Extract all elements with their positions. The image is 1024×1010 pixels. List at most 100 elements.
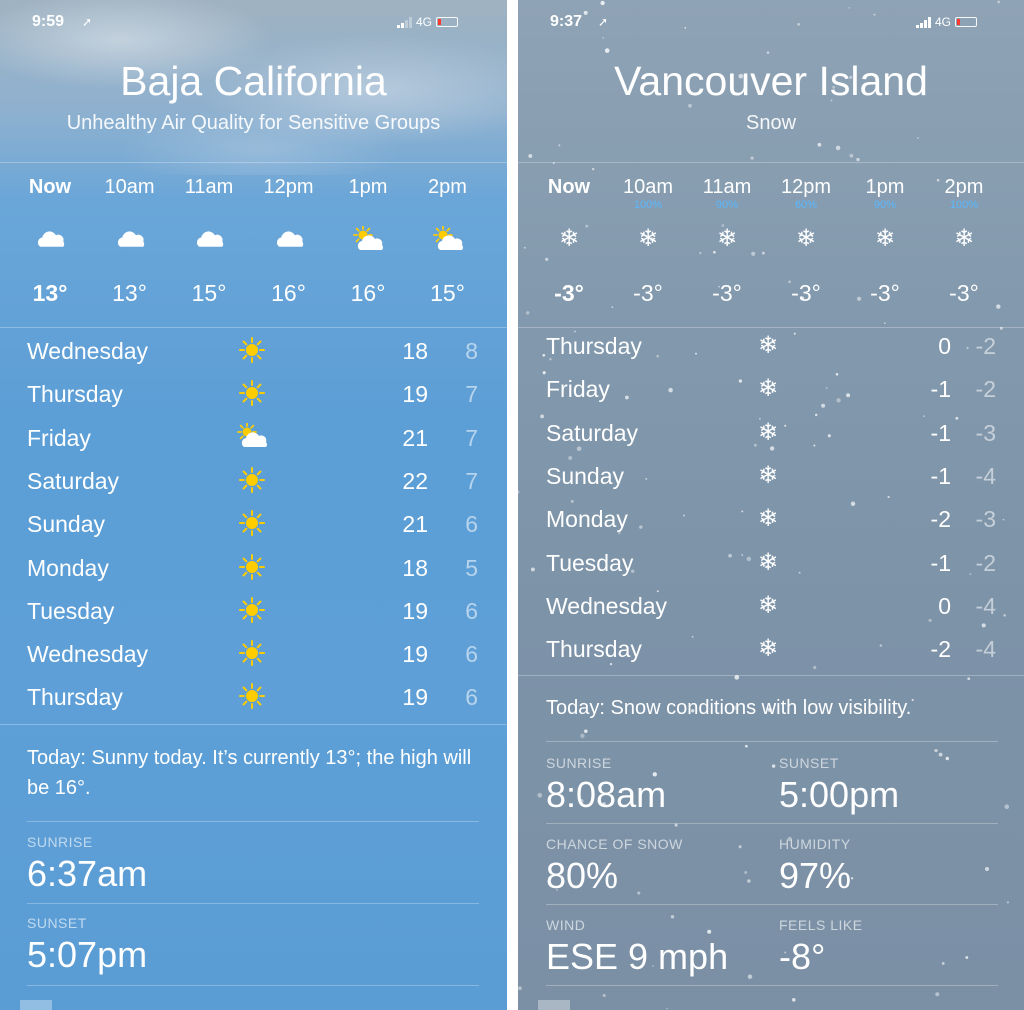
low-temp: -2 (975, 333, 996, 359)
hour-label: 12pm (780, 176, 832, 198)
snowflake-icon: ❄ (758, 590, 779, 619)
hour-temp: -3° (949, 280, 979, 306)
hour-temp: 13° (112, 280, 147, 306)
daily-row: Sunday ❄ -1 -4 (518, 459, 1024, 499)
high-temp: 18 (402, 554, 428, 581)
daily-row: Tuesday 19 6 (0, 594, 507, 634)
snowflake-icon: ❄ (716, 224, 738, 252)
day-name: Wednesday (27, 338, 149, 364)
hour-label: Now (28, 176, 72, 198)
hour-temp: -3° (870, 280, 900, 306)
sun-icon (236, 596, 268, 628)
city-name: Vancouver Island (614, 58, 928, 104)
high-temp: 0 (938, 592, 951, 619)
sunset-label: SUNSET (27, 915, 87, 931)
sun-icon (236, 466, 268, 498)
divider (546, 904, 998, 905)
status-time: 9:59 (32, 13, 65, 30)
sun-icon (236, 640, 268, 671)
humidity-label: HUMIDITY (779, 836, 851, 852)
snowflake-icon: ❄ (795, 224, 817, 252)
divider (518, 327, 1024, 328)
high-temp: -1 (930, 419, 951, 446)
precip-chance: 100% (949, 199, 979, 211)
hourly-item: 10am 13° (95, 176, 165, 306)
divider (0, 162, 507, 163)
hour-temp: -3° (712, 280, 742, 306)
snowflake-icon: ❄ (637, 224, 659, 252)
snowflake-icon: ❄ (758, 374, 779, 403)
hourly-item: 1pm 16° (333, 176, 403, 306)
hourly-item: 11am 90% ❄ -3° (692, 176, 762, 306)
hourly-item: 12pm 16° (254, 176, 324, 306)
daily-row: Thursday ❄ -2 -4 (518, 632, 1024, 672)
high-temp: -1 (930, 462, 951, 489)
sun-icon (236, 683, 268, 714)
snowflake-icon: ❄ (758, 460, 779, 489)
hour-temp: -3° (633, 280, 663, 306)
low-temp: -2 (975, 549, 996, 576)
high-temp: -1 (930, 376, 951, 403)
divider (546, 823, 998, 824)
low-temp: 6 (465, 511, 478, 538)
snowflake-icon: ❄ (874, 224, 896, 252)
day-name: Monday (27, 554, 109, 581)
low-temp: 5 (465, 554, 478, 581)
map-icon[interactable] (20, 1000, 52, 1010)
snowflake-icon: ❄ (558, 224, 580, 252)
hourly-item: 2pm 100% ❄ -3° (929, 176, 999, 306)
precip-chance: 60% (794, 199, 818, 211)
high-temp: -2 (930, 636, 951, 663)
daily-row: Wednesday ❄ 0 -4 (518, 589, 1024, 629)
day-name: Saturday (546, 419, 639, 446)
divider (0, 724, 507, 725)
hour-label: 1pm (348, 176, 388, 198)
partly-cloudy-icon (352, 225, 384, 259)
status-time: 9:37 (550, 13, 583, 30)
hourly-item: 2pm 15° (413, 176, 483, 306)
low-temp: -3 (975, 419, 996, 446)
day-name: Thursday (546, 636, 642, 663)
chance-of-snow-value: 80% (546, 855, 619, 896)
battery-icon (955, 17, 978, 27)
low-temp: 6 (465, 597, 478, 624)
day-name: Sunday (546, 462, 625, 489)
day-name: Tuesday (546, 549, 634, 576)
hour-label: 11am (184, 176, 234, 198)
sunset-value: 5:07pm (27, 934, 148, 975)
sunrise-value: 8:08am (546, 774, 667, 815)
day-name: Sunday (27, 511, 106, 538)
precip-chance: 100% (633, 199, 663, 211)
high-temp: 19 (402, 381, 428, 408)
high-temp: 18 (402, 338, 428, 364)
day-name: Thursday (27, 684, 123, 711)
daily-row: Monday 18 5 (0, 551, 507, 591)
high-temp: 19 (402, 641, 428, 668)
hour-temp: 15° (191, 280, 227, 306)
day-name: Wednesday (546, 592, 668, 619)
cloud-icon (273, 226, 305, 259)
daily-row: Wednesday 19 6 (0, 637, 507, 677)
hourly-item: 12pm 60% ❄ -3° (771, 176, 841, 306)
map-icon[interactable] (538, 1000, 570, 1010)
hour-label: Now (547, 176, 591, 198)
snowflake-icon: ❄ (758, 504, 779, 533)
hour-label: 2pm (944, 176, 984, 198)
battery-icon (436, 17, 459, 27)
high-temp: -1 (930, 549, 951, 576)
wind-label: WIND (546, 917, 586, 933)
snowflake-icon: ❄ (758, 417, 779, 446)
hourly-item: 10am 100% ❄ -3° (613, 176, 683, 306)
high-temp: 21 (402, 511, 428, 538)
cloud-icon (193, 226, 225, 259)
divider (518, 675, 1024, 676)
day-name: Friday (27, 424, 91, 451)
feels-like-label: FEELS LIKE (779, 917, 863, 933)
sunset-value: 5:00pm (779, 774, 900, 815)
low-temp: -4 (975, 592, 996, 619)
sunrise-label: SUNRISE (546, 755, 612, 771)
cloud-icon (114, 226, 146, 259)
day-name: Friday (546, 376, 610, 403)
status-bar-right: 4G (397, 15, 459, 29)
partly-cloudy-icon (432, 225, 464, 259)
